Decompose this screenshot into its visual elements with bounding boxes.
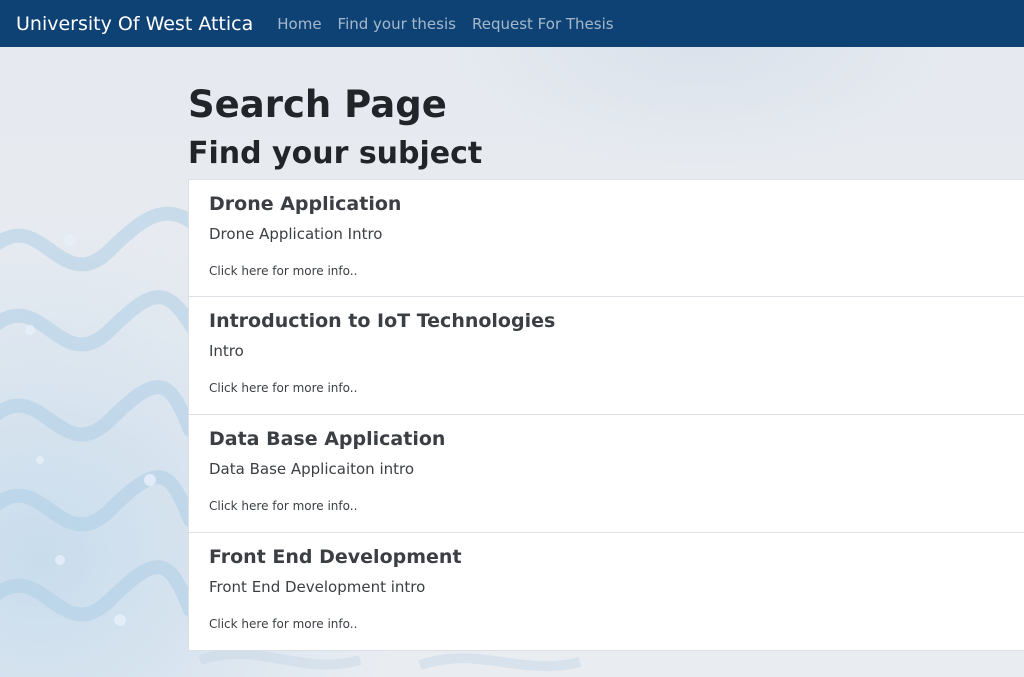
more-info-link[interactable]: Click here for more info..: [209, 380, 1007, 396]
main-content: Search Page Find your subject Drone Appl…: [188, 80, 1024, 651]
subject-intro: Intro: [209, 342, 244, 360]
subject-title: Drone Application: [209, 193, 402, 215]
brand-link[interactable]: University Of West Attica: [16, 13, 253, 35]
nav-link-find-your-thesis[interactable]: Find your thesis: [338, 15, 456, 33]
subject-title: Introduction to IoT Technologies: [209, 310, 556, 332]
subject-card-data-base-application[interactable]: Data Base Application Data Base Applicai…: [188, 415, 1024, 533]
subject-intro: Drone Application Intro: [209, 225, 383, 243]
more-info-link[interactable]: Click here for more info..: [209, 263, 1007, 279]
more-info-link[interactable]: Click here for more info..: [209, 498, 1007, 514]
more-info-link[interactable]: Click here for more info..: [209, 616, 1007, 632]
subject-list: Drone Application Drone Application Intr…: [188, 179, 1024, 651]
nav-link-request-for-thesis[interactable]: Request For Thesis: [472, 15, 614, 33]
subject-title: Data Base Application: [209, 428, 446, 450]
page-subtitle: Find your subject: [188, 136, 483, 171]
top-navbar: University Of West Attica Home Find your…: [0, 0, 1024, 47]
subject-card-drone-application[interactable]: Drone Application Drone Application Intr…: [188, 179, 1024, 297]
subject-intro: Front End Development intro: [209, 578, 426, 596]
page-title: Search Page: [188, 83, 447, 126]
nav-link-home[interactable]: Home: [277, 15, 321, 33]
subject-card-iot-technologies[interactable]: Introduction to IoT Technologies Intro C…: [188, 297, 1024, 415]
subject-title: Front End Development: [209, 546, 462, 568]
subject-card-front-end-development[interactable]: Front End Development Front End Developm…: [188, 533, 1024, 651]
subject-intro: Data Base Applicaiton intro: [209, 460, 415, 478]
